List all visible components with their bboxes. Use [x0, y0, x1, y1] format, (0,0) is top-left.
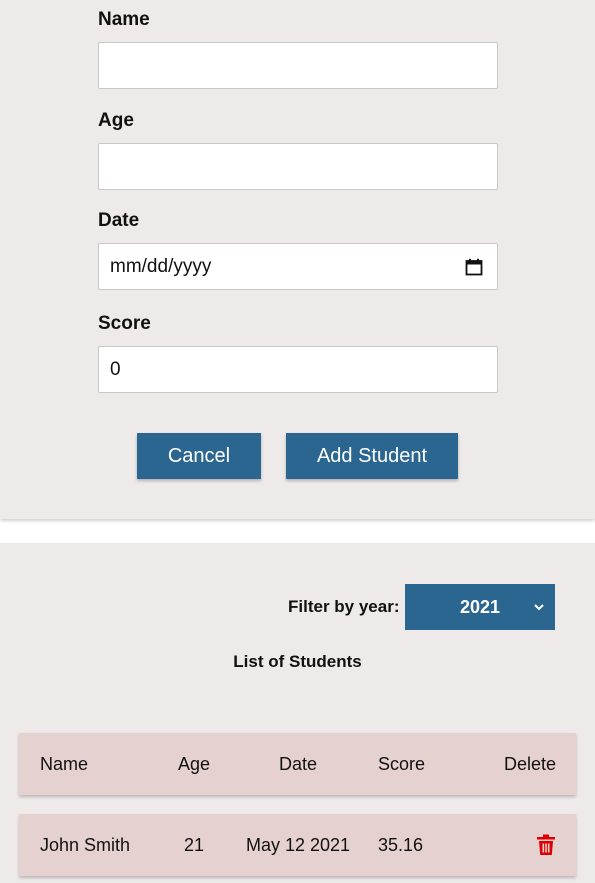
date-input[interactable]: mm/dd/yyyy [98, 243, 498, 290]
age-label: Age [98, 110, 134, 131]
date-input-value: mm/dd/yyyy [110, 255, 212, 277]
list-title: List of Students [233, 652, 362, 671]
age-input[interactable] [98, 143, 498, 190]
column-header-delete: Delete [503, 753, 556, 774]
add-student-button[interactable]: Add Student [286, 433, 458, 479]
delete-cell [536, 814, 556, 876]
calendar-icon[interactable] [465, 258, 483, 276]
column-header-name: Name [40, 753, 89, 774]
score-input[interactable]: 0 [98, 346, 498, 393]
student-list-panel: Filter by year: 2021 List of Students Na… [0, 543, 595, 883]
column-header-age: Age [177, 753, 211, 774]
name-input[interactable] [98, 42, 498, 89]
column-header-score: Score [378, 753, 426, 774]
year-filter-select[interactable]: 2021 [405, 584, 555, 630]
cancel-button[interactable]: Cancel [137, 433, 261, 479]
date-label: Date [98, 210, 140, 231]
table-row: John Smith 21 May 12 2021 35.16 [19, 814, 576, 876]
student-date: May 12 2021 [245, 834, 351, 855]
add-student-form: Name Age Date mm/dd/yyyy Score 0 Cancel … [0, 0, 595, 519]
student-score: 35.16 [378, 834, 424, 855]
year-filter-value: 2021 [459, 596, 501, 617]
name-label: Name [98, 9, 150, 30]
trash-icon[interactable] [536, 834, 556, 856]
student-age: 21 [183, 834, 205, 855]
chevron-down-icon [534, 604, 544, 611]
student-name: John Smith [40, 834, 131, 855]
filter-label: Filter by year: [288, 597, 400, 616]
table-header-row: Name Age Date Score Delete [19, 733, 576, 795]
score-label: Score [98, 313, 151, 334]
column-header-date: Date [278, 753, 318, 774]
